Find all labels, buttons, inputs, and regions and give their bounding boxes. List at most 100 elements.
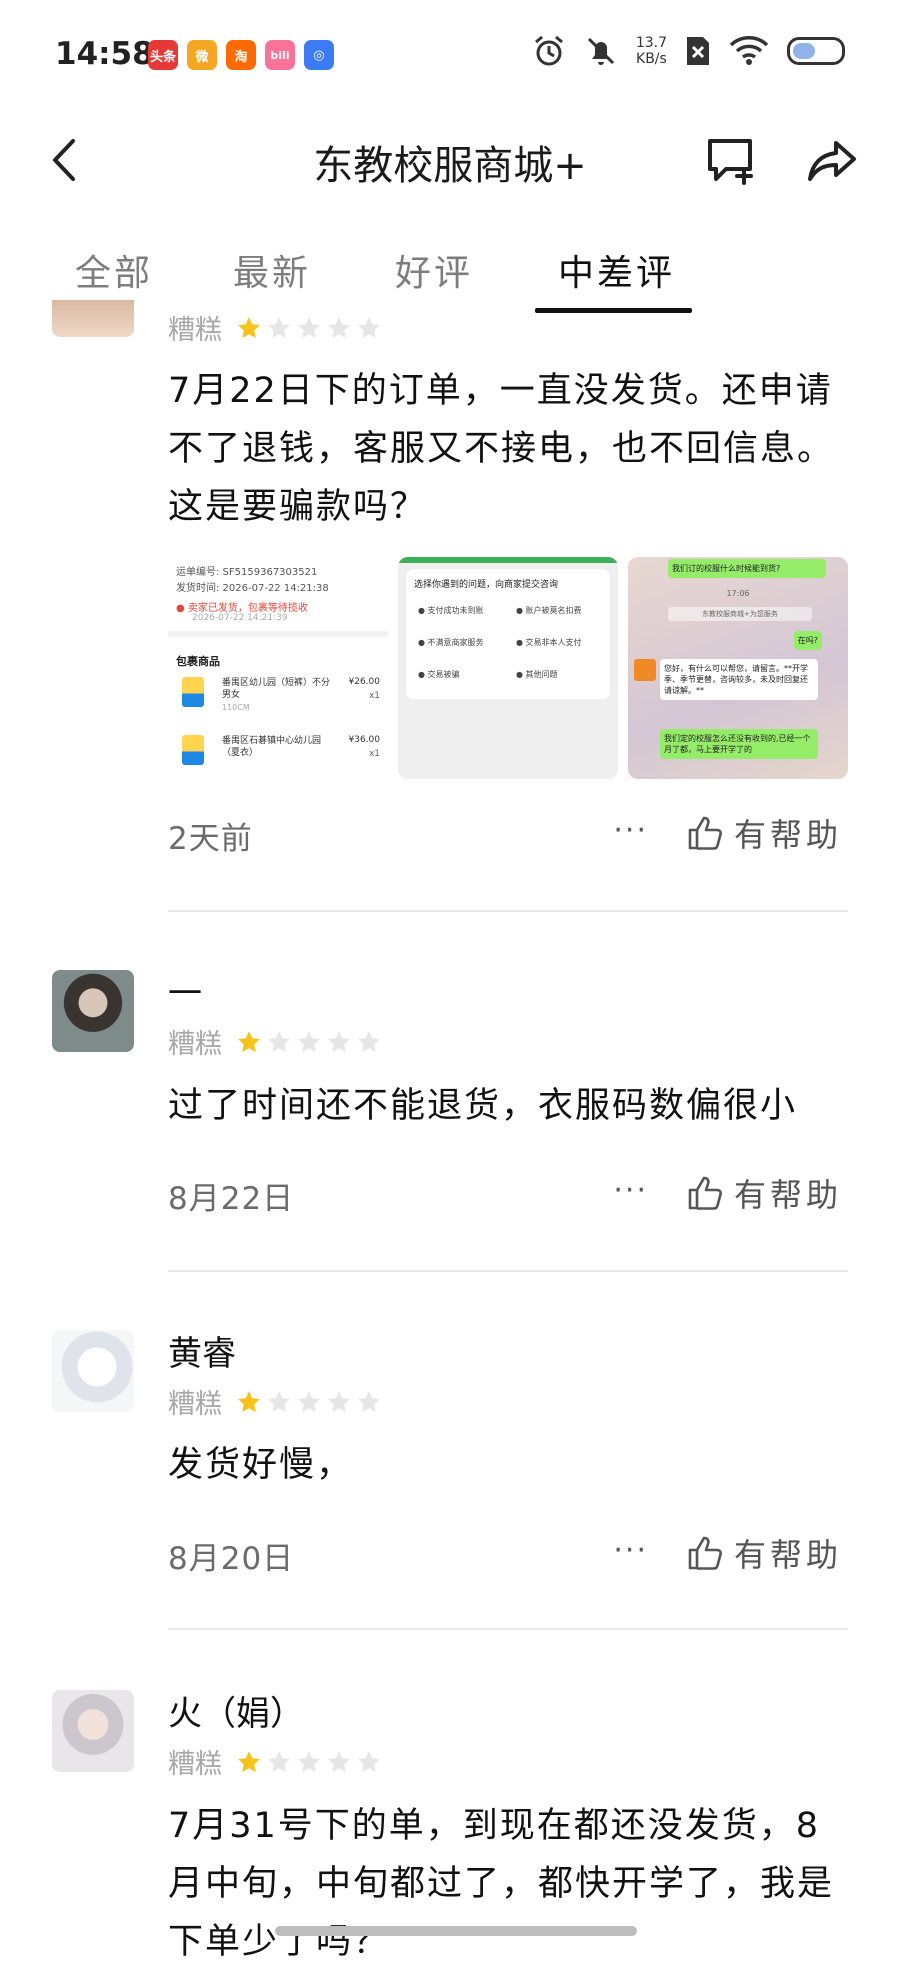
browser-icon: ◎ bbox=[304, 40, 334, 70]
issue-option-text: 不满意商家服务 bbox=[427, 638, 484, 647]
tab-positive[interactable]: 好评 bbox=[395, 244, 473, 296]
product-thumb bbox=[182, 735, 204, 765]
helpful-button[interactable]: 有帮助 bbox=[686, 1170, 842, 1216]
star-empty-icon bbox=[298, 316, 320, 338]
star-filled-icon bbox=[238, 1390, 260, 1412]
tab-negative[interactable]: 中差评 bbox=[558, 244, 675, 296]
chat-bubble-sent: 我们订的校服什么时候能到货? bbox=[668, 559, 826, 578]
order-item-price: ¥36.00 bbox=[348, 735, 381, 745]
order-item-size: 110CM bbox=[222, 703, 250, 712]
review-meta: 8月22日 ··· 有帮助 bbox=[168, 1168, 848, 1218]
add-comment-icon[interactable] bbox=[704, 135, 760, 187]
issue-option-text: 交易非本人支付 bbox=[525, 638, 582, 647]
star-empty-icon bbox=[268, 1030, 290, 1052]
scroll-indicator[interactable] bbox=[275, 1926, 637, 1936]
review-image-issue[interactable]: 选择你遇到的问题，向商家提交咨询 ● 支付成功未到账 ● 账户被莫名扣费 ● 不… bbox=[398, 557, 618, 779]
rating-label: 糟糕 bbox=[168, 1749, 222, 1780]
star-rating: 糟糕 bbox=[168, 1022, 382, 1061]
page-title: 东教校服商城+ bbox=[313, 143, 587, 189]
review-images: 运单编号: SF5159367303521 发货时间: 2026-07-22 1… bbox=[168, 557, 848, 779]
review-divider bbox=[168, 1628, 848, 1630]
issue-top-bar bbox=[398, 557, 618, 563]
issue-option-text: 支付成功未到账 bbox=[427, 606, 484, 615]
active-tab-indicator bbox=[535, 308, 692, 313]
more-options-icon[interactable]: ··· bbox=[613, 1533, 648, 1568]
order-item-price: ¥26.00 bbox=[348, 677, 381, 687]
review-divider bbox=[168, 910, 848, 912]
review-content: 过了时间还不能退货，衣服码数偏很小 bbox=[168, 1086, 798, 1126]
avatar[interactable] bbox=[52, 970, 134, 1052]
review-content: 7月22日下的订单，一直没发货。还申请不了退钱，客服又不接电，也不回信息。这是要… bbox=[168, 371, 835, 527]
more-options-icon[interactable]: ··· bbox=[613, 1173, 648, 1208]
avatar[interactable] bbox=[52, 1330, 134, 1412]
issue-option-text: 账户被莫名扣费 bbox=[525, 606, 582, 615]
mute-bell-icon bbox=[587, 37, 614, 65]
bilibili-icon: bili bbox=[265, 40, 295, 70]
net-speed: 13.7 KB/s bbox=[636, 35, 667, 67]
status-bar: 14:58 头条 微 淘 bili ◎ 13.7 KB/s bbox=[0, 0, 900, 110]
share-icon[interactable] bbox=[804, 135, 860, 187]
issue-option: ● 交易被骗 bbox=[418, 670, 460, 679]
app-header: 东教校服商城+ bbox=[0, 115, 900, 205]
chat-bubble-sent: 在吗? bbox=[793, 631, 822, 650]
order-item-qty: x1 bbox=[368, 691, 380, 701]
issue-option: ● 交易非本人支付 bbox=[516, 638, 582, 647]
helpful-label: 有帮助 bbox=[733, 1536, 842, 1574]
order-section: 包裹商品 bbox=[176, 655, 220, 668]
review-meta: 8月20日 ··· 有帮助 bbox=[168, 1528, 848, 1578]
helpful-button[interactable]: 有帮助 bbox=[686, 1530, 842, 1576]
star-filled-icon bbox=[238, 316, 260, 338]
order-waybill: 运单编号: SF5159367303521 bbox=[176, 567, 318, 578]
review-date: 8月20日 bbox=[168, 1541, 295, 1577]
notification-app-icons: 头条 微 淘 bili ◎ bbox=[148, 40, 334, 70]
order-status-time: 2026-07-22 14:21:39 bbox=[192, 613, 288, 623]
rating-label: 糟糕 bbox=[168, 315, 222, 346]
no-sim-icon bbox=[687, 37, 709, 65]
review-date: 2天前 bbox=[168, 821, 253, 857]
review-filter-tabs: 全部 最新 好评 中差评 bbox=[0, 240, 900, 315]
thumbs-up-icon bbox=[688, 1176, 722, 1210]
star-empty-icon bbox=[358, 1750, 380, 1772]
reviewer-name: 黄睿 bbox=[168, 1334, 236, 1374]
star-rating: 糟糕 bbox=[168, 308, 382, 347]
chat-time: 17:06 bbox=[726, 589, 750, 598]
star-empty-icon bbox=[298, 1750, 320, 1772]
review-image-order[interactable]: 运单编号: SF5159367303521 发货时间: 2026-07-22 1… bbox=[168, 557, 388, 779]
weibo-icon: 微 bbox=[187, 40, 217, 70]
battery-icon bbox=[787, 37, 845, 65]
avatar[interactable] bbox=[52, 1690, 134, 1772]
helpful-button[interactable]: 有帮助 bbox=[686, 810, 842, 856]
issue-card: 选择你遇到的问题，向商家提交咨询 ● 支付成功未到账 ● 账户被莫名扣费 ● 不… bbox=[406, 569, 610, 699]
order-item-qty: x1 bbox=[368, 749, 380, 759]
star-filled-icon bbox=[238, 1030, 260, 1052]
issue-option: ● 其他问题 bbox=[516, 670, 558, 679]
toutiao-icon: 头条 bbox=[148, 40, 178, 70]
avatar[interactable] bbox=[52, 300, 134, 337]
order-ship-time: 发货时间: 2026-07-22 14:21:38 bbox=[176, 583, 329, 594]
stars bbox=[236, 315, 382, 341]
star-empty-icon bbox=[298, 1390, 320, 1412]
review-image-chat[interactable]: 我们订的校服什么时候能到货? 17:06 东教校服商城+为您服务 在吗? 您好，… bbox=[628, 557, 848, 779]
review-content: 7月31号下的单，到现在都还没发货，8月中旬，中旬都过了，都快开学了，我是下单少… bbox=[168, 1806, 835, 1962]
stars bbox=[236, 1029, 382, 1055]
order-divider bbox=[168, 631, 388, 637]
star-empty-icon bbox=[358, 316, 380, 338]
review-content: 发货好慢， bbox=[168, 1445, 354, 1485]
more-options-icon[interactable]: ··· bbox=[613, 813, 648, 848]
issue-option: ● 支付成功未到账 bbox=[418, 606, 484, 615]
star-empty-icon bbox=[328, 1030, 350, 1052]
star-empty-icon bbox=[268, 1390, 290, 1412]
tab-all[interactable]: 全部 bbox=[75, 244, 153, 296]
issue-option-text: 交易被骗 bbox=[427, 670, 460, 679]
star-rating: 糟糕 bbox=[168, 1742, 382, 1781]
star-filled-icon bbox=[238, 1750, 260, 1772]
rating-label: 糟糕 bbox=[168, 1389, 222, 1420]
reviewer-name: 火（娟） bbox=[168, 1694, 304, 1734]
thumbs-up-icon bbox=[688, 816, 722, 850]
star-empty-icon bbox=[328, 1750, 350, 1772]
star-empty-icon bbox=[298, 1030, 320, 1052]
review-divider bbox=[168, 1270, 848, 1272]
star-empty-icon bbox=[358, 1030, 380, 1052]
tab-latest[interactable]: 最新 bbox=[233, 244, 311, 296]
helpful-label: 有帮助 bbox=[733, 816, 842, 854]
